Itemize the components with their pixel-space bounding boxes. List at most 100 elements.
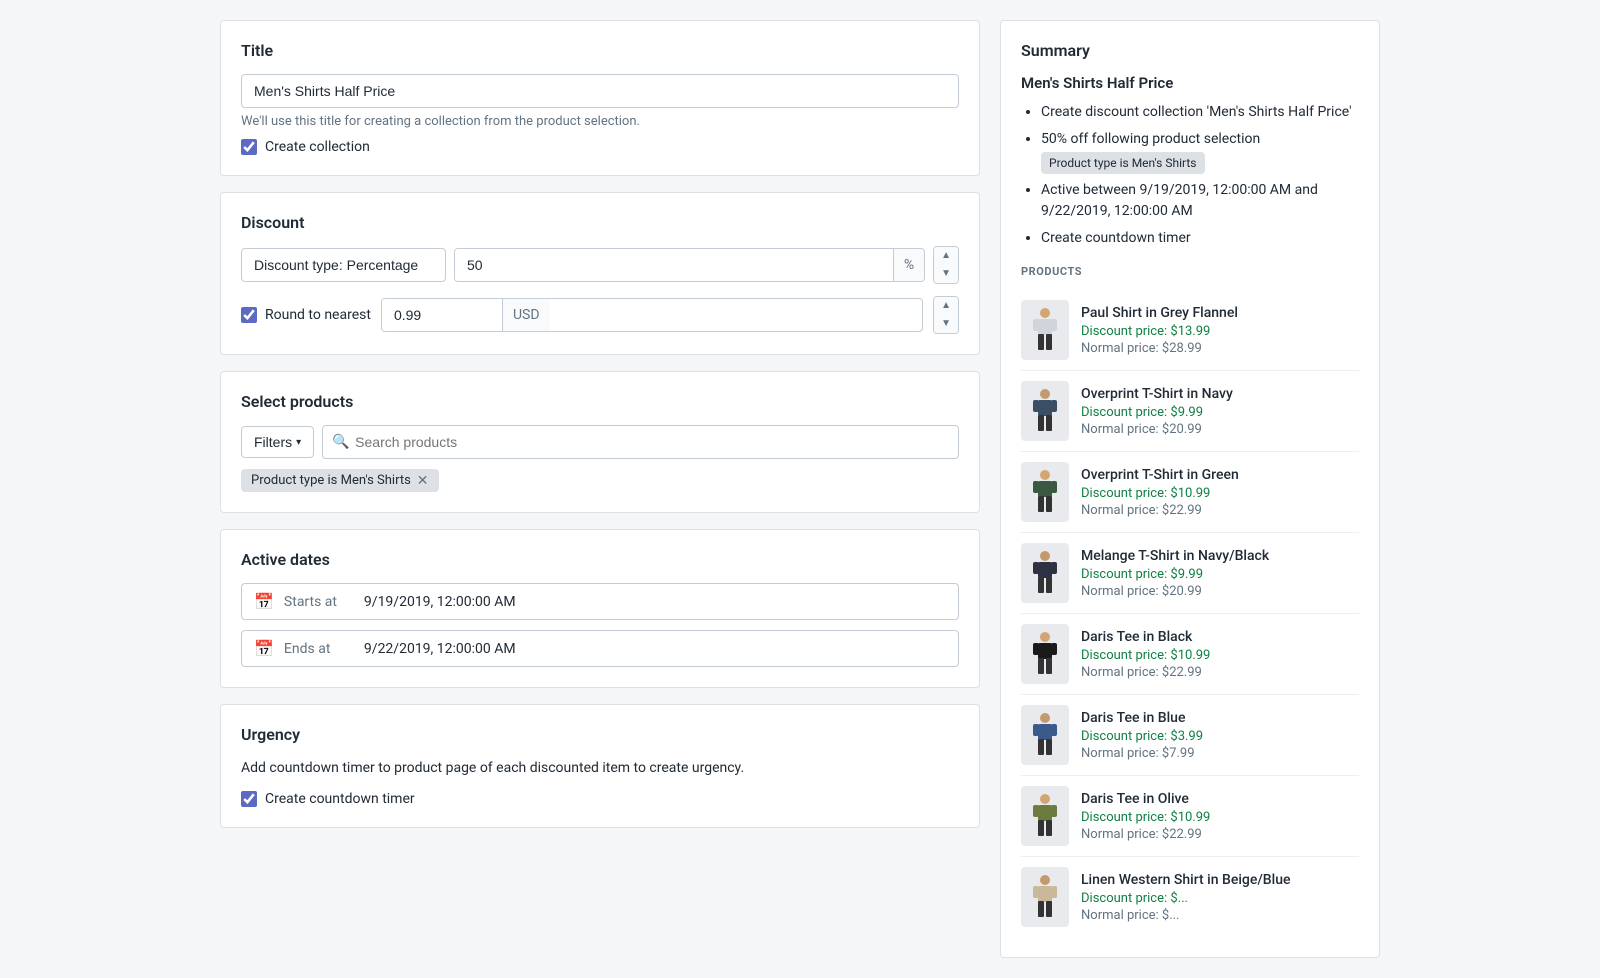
discount-increment-btn[interactable]: ▲ — [934, 247, 958, 265]
starts-at-label: Starts at — [284, 594, 354, 610]
product-normal-price: Normal price: $22.99 — [1081, 503, 1359, 518]
filter-tag: Product type is Men's Shirts ✕ — [241, 469, 959, 492]
product-info: Daris Tee in Black Discount price: $10.9… — [1081, 629, 1359, 680]
calendar-icon-starts: 📅 — [254, 592, 274, 611]
product-normal-price: Normal price: $7.99 — [1081, 746, 1359, 761]
product-info: Melange T-Shirt in Navy/Black Discount p… — [1081, 548, 1359, 599]
countdown-row: Create countdown timer — [241, 791, 959, 807]
calendar-icon-ends: 📅 — [254, 639, 274, 658]
product-name: Daris Tee in Black — [1081, 629, 1359, 645]
summary-subtitle: Men's Shirts Half Price — [1021, 74, 1359, 92]
product-thumbnail — [1021, 462, 1069, 522]
summary-bullet-3: Active between 9/19/2019, 12:00:00 AM an… — [1041, 180, 1359, 222]
summary-bullet-1: Create discount collection 'Men's Shirts… — [1041, 102, 1359, 123]
filters-row: Filters ▾ 🔍 — [241, 425, 959, 459]
product-name: Overprint T-Shirt in Green — [1081, 467, 1359, 483]
product-info: Overprint T-Shirt in Navy Discount price… — [1081, 386, 1359, 437]
create-collection-label: Create collection — [265, 139, 370, 155]
product-thumbnail — [1021, 300, 1069, 360]
starts-at-field[interactable]: 📅 Starts at 9/19/2019, 12:00:00 AM — [241, 583, 959, 620]
product-name: Daris Tee in Blue — [1081, 710, 1359, 726]
search-wrap: 🔍 — [322, 425, 959, 459]
product-name: Paul Shirt in Grey Flannel — [1081, 305, 1359, 321]
round-increment-btn[interactable]: ▲ — [934, 297, 958, 315]
countdown-checkbox[interactable] — [241, 791, 257, 807]
title-helper-text: We'll use this title for creating a coll… — [241, 114, 959, 129]
product-normal-price: Normal price: $... — [1081, 908, 1359, 923]
summary-bullet-2: 50% off following product selection Prod… — [1041, 129, 1359, 174]
product-row: Daris Tee in Olive Discount price: $10.9… — [1021, 776, 1359, 857]
product-discount-price: Discount price: $10.99 — [1081, 486, 1359, 501]
product-info: Daris Tee in Blue Discount price: $3.99 … — [1081, 710, 1359, 761]
product-normal-price: Normal price: $22.99 — [1081, 665, 1359, 680]
product-thumbnail — [1021, 705, 1069, 765]
product-thumbnail — [1021, 786, 1069, 846]
active-dates-card: Active dates 📅 Starts at 9/19/2019, 12:0… — [220, 529, 980, 688]
product-row: Paul Shirt in Grey Flannel Discount pric… — [1021, 290, 1359, 371]
ends-at-value: 9/22/2019, 12:00:00 AM — [364, 641, 516, 657]
round-checkbox-row: Round to nearest — [241, 307, 371, 323]
product-info: Paul Shirt in Grey Flannel Discount pric… — [1081, 305, 1359, 356]
discount-type-row: Discount type: Percentage Discount type:… — [241, 246, 959, 284]
round-label: Round to nearest — [265, 307, 371, 323]
create-collection-checkbox[interactable] — [241, 139, 257, 155]
round-checkbox[interactable] — [241, 307, 257, 323]
discount-stepper[interactable]: ▲ ▼ — [933, 246, 959, 284]
title-input[interactable] — [241, 74, 959, 108]
summary-bullet-4: Create countdown timer — [1041, 228, 1359, 249]
filters-button[interactable]: Filters ▾ — [241, 426, 314, 458]
product-row: Daris Tee in Blue Discount price: $3.99 … — [1021, 695, 1359, 776]
filter-tag-text: Product type is Men's Shirts — [251, 473, 411, 488]
product-name: Daris Tee in Olive — [1081, 791, 1359, 807]
product-discount-price: Discount price: $9.99 — [1081, 567, 1359, 582]
discount-decrement-btn[interactable]: ▼ — [934, 265, 958, 283]
product-row: Linen Western Shirt in Beige/Blue Discou… — [1021, 857, 1359, 937]
round-value-input[interactable] — [382, 299, 502, 331]
product-discount-price: Discount price: $... — [1081, 891, 1359, 906]
product-thumbnail — [1021, 624, 1069, 684]
discount-value-input[interactable] — [455, 249, 893, 281]
summary-product-tag: Product type is Men's Shirts — [1041, 152, 1205, 174]
product-discount-price: Discount price: $10.99 — [1081, 648, 1359, 663]
title-card: Title We'll use this title for creating … — [220, 20, 980, 176]
starts-at-value: 9/19/2019, 12:00:00 AM — [364, 594, 516, 610]
summary-column: Summary Men's Shirts Half Price Create d… — [1000, 20, 1380, 958]
product-name: Overprint T-Shirt in Navy — [1081, 386, 1359, 402]
product-info: Daris Tee in Olive Discount price: $10.9… — [1081, 791, 1359, 842]
discount-section-label: Discount — [241, 213, 959, 232]
products-section-title: PRODUCTS — [1021, 265, 1359, 278]
product-name: Melange T-Shirt in Navy/Black — [1081, 548, 1359, 564]
ends-at-field[interactable]: 📅 Ends at 9/22/2019, 12:00:00 AM — [241, 630, 959, 667]
ends-at-label: Ends at — [284, 641, 354, 657]
product-thumbnail — [1021, 867, 1069, 927]
urgency-card: Urgency Add countdown timer to product p… — [220, 704, 980, 828]
urgency-description: Add countdown timer to product page of e… — [241, 758, 959, 779]
summary-card: Summary Men's Shirts Half Price Create d… — [1000, 20, 1380, 958]
product-row: Overprint T-Shirt in Navy Discount price… — [1021, 371, 1359, 452]
round-stepper[interactable]: ▲ ▼ — [933, 296, 959, 334]
product-info: Overprint T-Shirt in Green Discount pric… — [1081, 467, 1359, 518]
round-decrement-btn[interactable]: ▼ — [934, 315, 958, 333]
products-list: Paul Shirt in Grey Flannel Discount pric… — [1021, 290, 1359, 937]
product-row: Daris Tee in Black Discount price: $10.9… — [1021, 614, 1359, 695]
discount-card: Discount Discount type: Percentage Disco… — [220, 192, 980, 355]
urgency-label: Urgency — [241, 725, 959, 744]
title-section-label: Title — [241, 41, 959, 60]
product-discount-price: Discount price: $3.99 — [1081, 729, 1359, 744]
filter-tag-close-icon[interactable]: ✕ — [417, 474, 429, 488]
active-dates-label: Active dates — [241, 550, 959, 569]
search-icon: 🔍 — [332, 434, 349, 450]
summary-list: Create discount collection 'Men's Shirts… — [1021, 102, 1359, 249]
product-name: Linen Western Shirt in Beige/Blue — [1081, 872, 1359, 888]
select-products-label: Select products — [241, 392, 959, 411]
product-row: Melange T-Shirt in Navy/Black Discount p… — [1021, 533, 1359, 614]
product-normal-price: Normal price: $20.99 — [1081, 422, 1359, 437]
round-row: Round to nearest USD ▲ ▼ — [241, 296, 959, 334]
filters-label: Filters — [254, 434, 292, 450]
discount-type-select[interactable]: Discount type: Percentage Discount type:… — [241, 248, 446, 282]
product-discount-price: Discount price: $10.99 — [1081, 810, 1359, 825]
search-input[interactable] — [322, 425, 959, 459]
usd-suffix: USD — [502, 299, 550, 331]
product-normal-price: Normal price: $28.99 — [1081, 341, 1359, 356]
summary-title: Summary — [1021, 41, 1359, 60]
